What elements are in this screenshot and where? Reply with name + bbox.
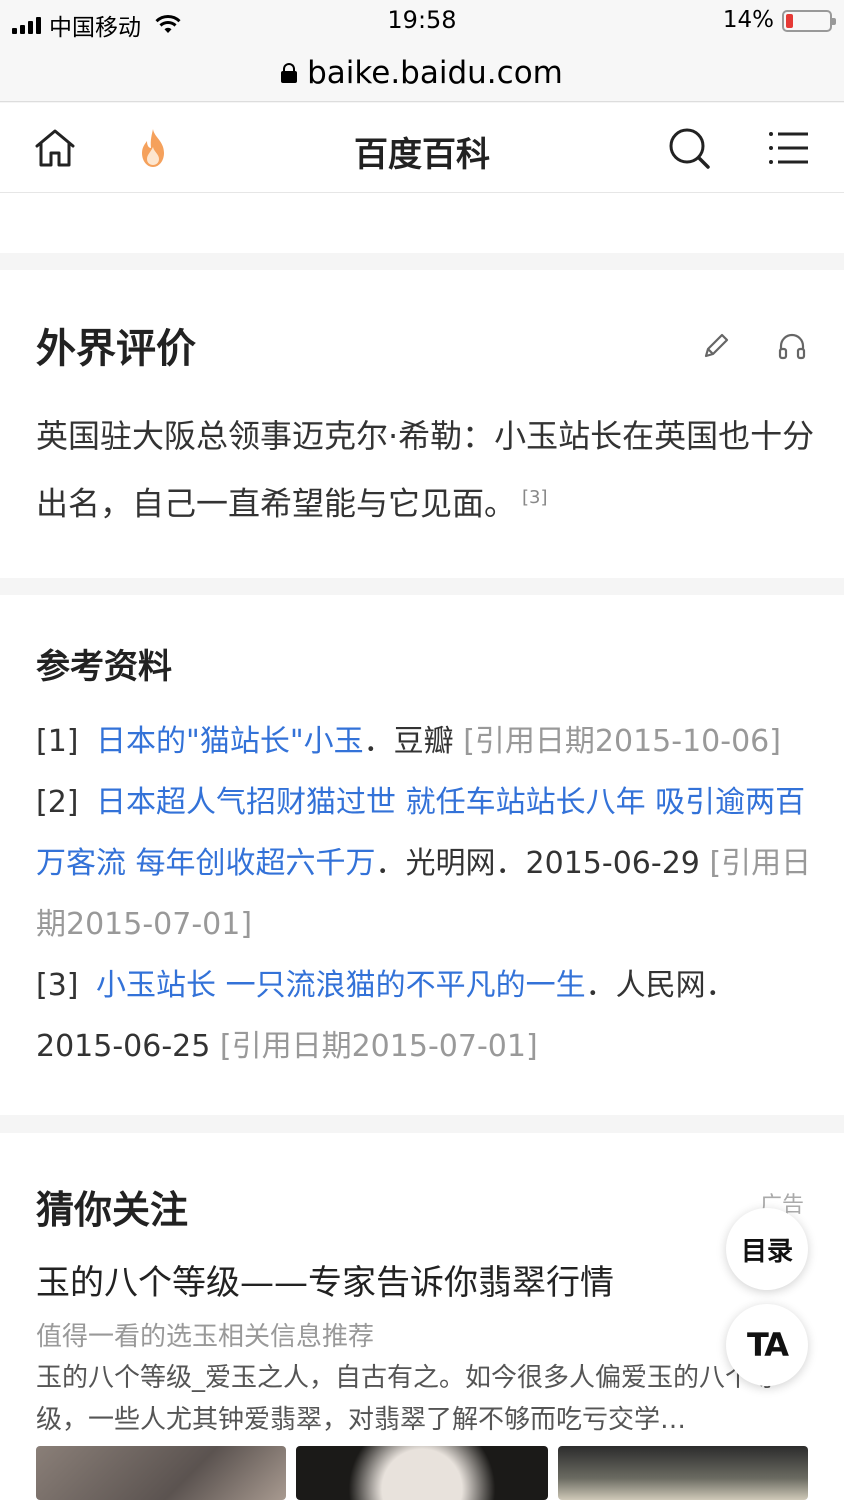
section-title: 参考资料 bbox=[36, 647, 172, 687]
url-text[interactable]: baike.baidu.com bbox=[307, 55, 563, 91]
app-header: 百度百科 bbox=[0, 103, 844, 193]
reference-link[interactable]: 日本的"猫站长"小玉 bbox=[96, 724, 364, 759]
ad-description: 玉的八个等级_爱玉之人，自古有之。如今很多人偏爱玉的八个等级，一些人尤其钟爱翡翠… bbox=[36, 1363, 778, 1435]
external-review-section: 外界评价 英国驻大阪总领事迈克尔·希勒：小玉站长在英国也十分出名，自己一直希望能… bbox=[0, 270, 844, 578]
previous-section-tail bbox=[0, 193, 844, 253]
review-body: 英国驻大阪总领事迈克尔·希勒：小玉站长在英国也十分出名，自己一直希望能与它见面。 bbox=[36, 417, 815, 523]
reference-item: [1] 日本的"猫站长"小玉．豆瓣 [引用日期2015-10-06] bbox=[36, 711, 816, 772]
recommend-section: 猜你关注 广告 玉的八个等级——专家告诉你翡翠行情 值得一看的选玉相关信息推荐 … bbox=[0, 1133, 844, 1500]
menu-icon[interactable] bbox=[766, 125, 812, 171]
reference-item: [3] 小玉站长 一只流浪猫的不平凡的一生．人民网．2015-06-25 [引用… bbox=[36, 955, 816, 1077]
reference-number: [1] bbox=[36, 724, 79, 759]
footnote-ref[interactable]: [3] bbox=[522, 487, 548, 508]
url-bar[interactable]: baike.baidu.com bbox=[0, 44, 844, 102]
battery-percent: 14% bbox=[722, 7, 774, 33]
section-title: 外界评价 bbox=[36, 326, 196, 372]
headphones-icon[interactable] bbox=[776, 330, 808, 362]
ad-thumbnail[interactable] bbox=[296, 1446, 548, 1500]
status-bar: 中国移动 19:58 14% bbox=[0, 0, 844, 44]
clock: 19:58 bbox=[387, 6, 457, 34]
reference-item: [2] 日本超人气招财猫过世 就任车站站长八年 吸引逾两百万客流 每年创收超六千… bbox=[36, 772, 816, 955]
toc-button[interactable]: 目录 bbox=[726, 1208, 808, 1290]
review-text: 英国驻大阪总领事迈克尔·希勒：小玉站长在英国也十分出名，自己一直希望能与它见面。… bbox=[36, 406, 816, 535]
reference-cite-date: [引用日期2015-10-06] bbox=[463, 724, 781, 759]
lock-icon bbox=[281, 62, 298, 83]
search-icon[interactable] bbox=[666, 125, 712, 171]
reference-cite-date: [引用日期2015-07-01] bbox=[219, 1029, 538, 1064]
ta-button[interactable]: TA bbox=[726, 1304, 808, 1386]
ad-thumbnail[interactable] bbox=[558, 1446, 808, 1500]
section-title: 猜你关注 bbox=[36, 1188, 189, 1232]
references-section: 参考资料 [1] 日本的"猫站长"小玉．豆瓣 [引用日期2015-10-06] … bbox=[0, 595, 844, 1115]
reference-source: ．豆瓣 bbox=[363, 724, 464, 759]
reference-number: [2] bbox=[36, 785, 79, 820]
reference-source: ．光明网．2015-06-29 bbox=[375, 846, 710, 881]
battery-icon bbox=[782, 10, 836, 32]
edit-icon[interactable] bbox=[700, 330, 732, 362]
reference-list: [1] 日本的"猫站长"小玉．豆瓣 [引用日期2015-10-06] [2] 日… bbox=[36, 711, 816, 1077]
app-title: 百度百科 bbox=[354, 135, 490, 175]
reference-number: [3] bbox=[36, 968, 79, 1003]
reference-link[interactable]: 小玉站长 一只流浪猫的不平凡的一生 bbox=[96, 968, 586, 1003]
ad-thumbnail[interactable] bbox=[36, 1446, 286, 1500]
ad-title[interactable]: 玉的八个等级——专家告诉你翡翠行情 bbox=[36, 1255, 614, 1304]
ad-subtitle: 值得一看的选玉相关信息推荐 bbox=[36, 1322, 375, 1352]
